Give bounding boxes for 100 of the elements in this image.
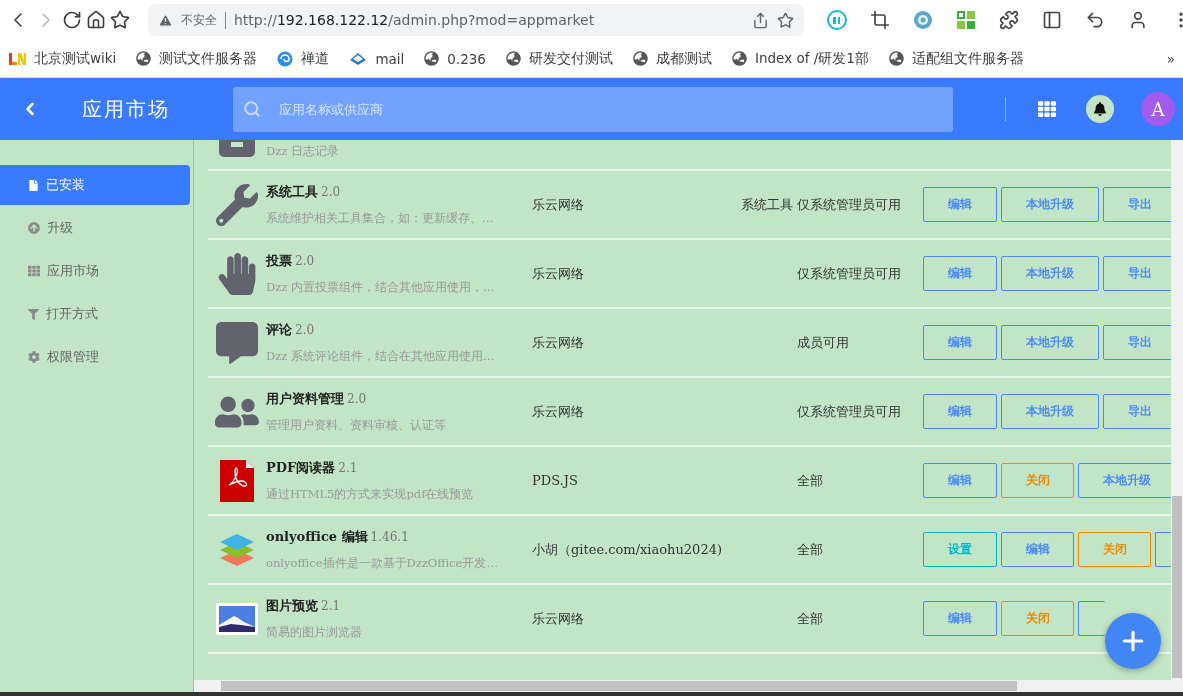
app-description: Dzz 系统评论组件，结合在其他应用使用…	[266, 349, 496, 364]
action-button[interactable]: 编辑	[923, 601, 997, 636]
mail-logo-icon	[349, 51, 368, 66]
action-button[interactable]: 设置	[923, 532, 997, 567]
side-panel-icon[interactable]	[1042, 10, 1062, 30]
globe-icon	[505, 51, 521, 66]
bookmark[interactable]: 研发交付测试	[505, 49, 613, 68]
filter-icon	[28, 308, 39, 320]
app-name: 投票	[266, 252, 292, 270]
permission-cell-text: 仅系统管理员可用	[797, 195, 902, 214]
action-button[interactable]: 关闭	[1078, 532, 1151, 567]
action-button[interactable]: 编辑	[923, 187, 997, 222]
puzzle-icon[interactable]	[999, 10, 1019, 30]
app-version: 1.46.1	[370, 530, 409, 544]
wrench-icon	[216, 183, 258, 226]
permission-cell-text: 全部	[797, 609, 824, 628]
apps-grid-icon[interactable]	[1038, 100, 1056, 118]
globe-icon	[136, 51, 152, 66]
profile-icon[interactable]	[1128, 10, 1148, 30]
comment-icon	[216, 321, 258, 364]
address-bar[interactable]: 不安全 http://192.168.122.12/admin.php?mod=appmarket	[148, 4, 804, 36]
search-field[interactable]: 应用名称或供应商	[233, 86, 953, 132]
page-title: 应用市场	[81, 95, 171, 123]
vendor-cell-text: 乐云网络	[532, 609, 585, 628]
bookmark[interactable]: 成都测试	[632, 49, 712, 68]
permission-cell-text: 仅系统管理员可用	[797, 264, 902, 283]
globe-icon	[632, 51, 648, 66]
app-version: 2.0	[347, 392, 367, 406]
sidebar-item[interactable]: 应用市场	[0, 251, 190, 291]
action-button[interactable]: 编辑	[923, 325, 997, 360]
globe-icon	[888, 51, 904, 66]
bookmark[interactable]: mail	[349, 50, 405, 67]
permission-cell-text: 仅系统管理员可用	[797, 402, 902, 421]
search-icon	[243, 99, 261, 118]
add-button[interactable]	[1105, 613, 1161, 669]
action-button[interactable]: 编辑	[923, 394, 997, 429]
vertical-scrollbar[interactable]	[1171, 140, 1183, 680]
bookmark[interactable]: 测试文件服务器	[136, 49, 258, 68]
vendor-cell-text: 乐云网络	[532, 402, 585, 421]
action-button[interactable]: 编辑	[1001, 532, 1074, 567]
action-button[interactable]: 本地升级	[1001, 325, 1099, 360]
app-description: 管理用户资料、资料审核、认证等	[266, 418, 447, 433]
category-cell-text: 系统工具	[740, 195, 794, 214]
eye-circle-icon[interactable]	[913, 10, 933, 30]
action-button[interactable]: 编辑	[923, 463, 997, 498]
sidebar-item[interactable]: 升级	[0, 208, 190, 248]
app-description: 系统维护相关工具集合，如：更新缓存、…	[266, 211, 495, 226]
bookmark[interactable]: 适配组文件服务器	[888, 49, 1024, 68]
more-bookmarks[interactable]: »	[1166, 50, 1175, 67]
action-button[interactable]: 本地升级	[1001, 187, 1099, 222]
sidebar-item[interactable]: 已安装	[0, 165, 190, 205]
notification-button[interactable]	[1086, 95, 1114, 123]
app-description: Dzz 内置投票组件，结合其他应用使用，…	[266, 280, 496, 295]
globe-icon	[424, 51, 440, 66]
horizontal-scrollbar[interactable]	[194, 680, 1183, 692]
app-name: 用户资料管理	[266, 390, 344, 408]
app-name: 系统工具	[266, 183, 318, 201]
user-avatar[interactable]: A	[1141, 92, 1175, 126]
bell-icon	[1093, 102, 1107, 116]
url-text: http://192.168.122.12/admin.php?mod=appmarket	[234, 12, 596, 28]
share-icon[interactable]	[752, 11, 769, 29]
permission-cell-text: 成员可用	[797, 333, 850, 352]
app-version: 2.0	[321, 185, 341, 199]
app-version: 2.0	[295, 254, 315, 268]
qr-code-icon[interactable]	[956, 10, 976, 30]
bookmark[interactable]: 北京测试wiki	[8, 49, 117, 68]
star-icon[interactable]	[777, 11, 794, 29]
app-version: 2.0	[295, 323, 315, 337]
app-version: 2.1	[321, 599, 341, 613]
vendor-cell-text: 乐云网络	[532, 333, 585, 352]
permission-cell-text: 全部	[797, 471, 824, 490]
app-name: 图片预览	[266, 597, 318, 615]
swirl-logo-icon	[277, 50, 294, 67]
vendor-cell-text: PDS.JS	[532, 473, 579, 488]
wiki-logo-icon	[8, 50, 26, 67]
bookmark[interactable]: 0.236	[424, 50, 486, 67]
crop-icon[interactable]	[870, 10, 890, 30]
security-label: 不安全	[181, 11, 226, 29]
action-button[interactable]: 编辑	[923, 256, 997, 291]
hand-icon	[216, 252, 258, 295]
app-description: 简易的图片浏览器	[266, 625, 363, 640]
app-name: PDF阅读器	[266, 459, 336, 477]
action-button[interactable]: 关闭	[1001, 463, 1074, 498]
action-button[interactable]: 关闭	[1001, 601, 1074, 636]
box-icon	[217, 140, 257, 158]
vendor-cell-text: 乐云网络	[532, 195, 585, 214]
app-description: Dzz 日志记录	[266, 144, 340, 159]
settings-icon	[28, 351, 40, 363]
bookmark[interactable]: 禅道	[277, 49, 330, 68]
app-name: 评论	[266, 321, 292, 339]
sidebar-item[interactable]: 打开方式	[0, 294, 190, 334]
warning-icon	[158, 12, 173, 28]
app-name: onlyoffice 编辑	[266, 528, 368, 546]
action-button[interactable]: 本地升级	[1001, 256, 1099, 291]
app-description: 通过HTML5的方式来实现pdf在线预览	[266, 487, 475, 502]
pdf-file-icon	[219, 458, 255, 503]
bookmark[interactable]: Index of /研发1部	[731, 49, 869, 68]
undo-icon[interactable]	[1085, 10, 1105, 30]
action-button[interactable]: 本地升级	[1001, 394, 1099, 429]
sidebar-item[interactable]: 权限管理	[0, 337, 190, 377]
